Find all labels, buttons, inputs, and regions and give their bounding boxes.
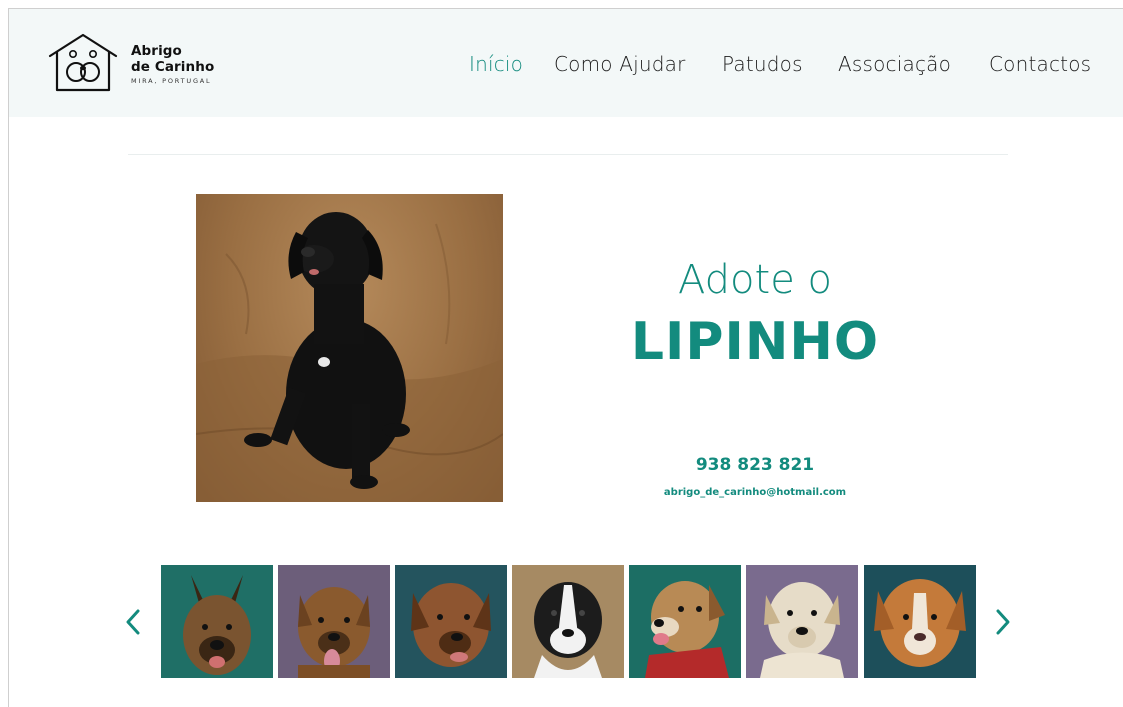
black-white-dog-photo bbox=[512, 565, 624, 678]
nav-link-associacao[interactable]: Associação bbox=[838, 52, 951, 76]
contact-phone[interactable]: 938 823 821 bbox=[620, 455, 890, 475]
site-header: Abrigo de Carinho MIRA, PORTUGAL Início … bbox=[9, 9, 1123, 117]
chevron-right-icon[interactable] bbox=[987, 605, 1017, 639]
german-shepherd-photo bbox=[161, 565, 273, 678]
brown-dog-photo bbox=[278, 565, 390, 678]
carousel-thumb-3[interactable] bbox=[395, 565, 507, 678]
chevron-left-icon[interactable] bbox=[120, 605, 150, 639]
brand-name-line2: de Carinho bbox=[131, 59, 215, 75]
brown-dog-photo bbox=[395, 565, 507, 678]
brand-location: MIRA, PORTUGAL bbox=[131, 77, 212, 85]
pet-carousel bbox=[120, 565, 1020, 678]
section-divider bbox=[128, 154, 1008, 155]
carousel-thumb-2[interactable] bbox=[278, 565, 390, 678]
nav-link-inicio[interactable]: Início bbox=[469, 52, 523, 76]
carousel-thumb-6[interactable] bbox=[746, 565, 858, 678]
brand-name-line1: Abrigo bbox=[131, 43, 182, 59]
contact-email[interactable]: abrigo_de_carinho@hotmail.com bbox=[620, 487, 890, 498]
nav-link-patudos[interactable]: Patudos bbox=[722, 52, 803, 76]
black-dog-photo bbox=[196, 194, 503, 502]
carousel-thumb-5[interactable] bbox=[629, 565, 741, 678]
nav-link-contactos[interactable]: Contactos bbox=[989, 52, 1091, 76]
brand-text: Abrigo de Carinho MIRA, PORTUGAL bbox=[131, 43, 214, 85]
pet-name: LIPINHO bbox=[630, 312, 880, 372]
carousel-thumb-7[interactable] bbox=[864, 565, 976, 678]
dog-house-icon bbox=[48, 33, 118, 92]
hero-heading: Adote o bbox=[677, 257, 832, 303]
hero-text: Adote o LIPINHO bbox=[620, 256, 890, 374]
golden-dog-photo bbox=[864, 565, 976, 678]
tan-dog-red-harness-photo bbox=[629, 565, 741, 678]
cream-dog-photo bbox=[746, 565, 858, 678]
carousel-thumb-4[interactable] bbox=[512, 565, 624, 678]
brand-logo[interactable]: Abrigo de Carinho MIRA, PORTUGAL bbox=[47, 32, 247, 96]
carousel-thumb-1[interactable] bbox=[161, 565, 273, 678]
nav-link-como-ajudar[interactable]: Como Ajudar bbox=[554, 52, 686, 76]
